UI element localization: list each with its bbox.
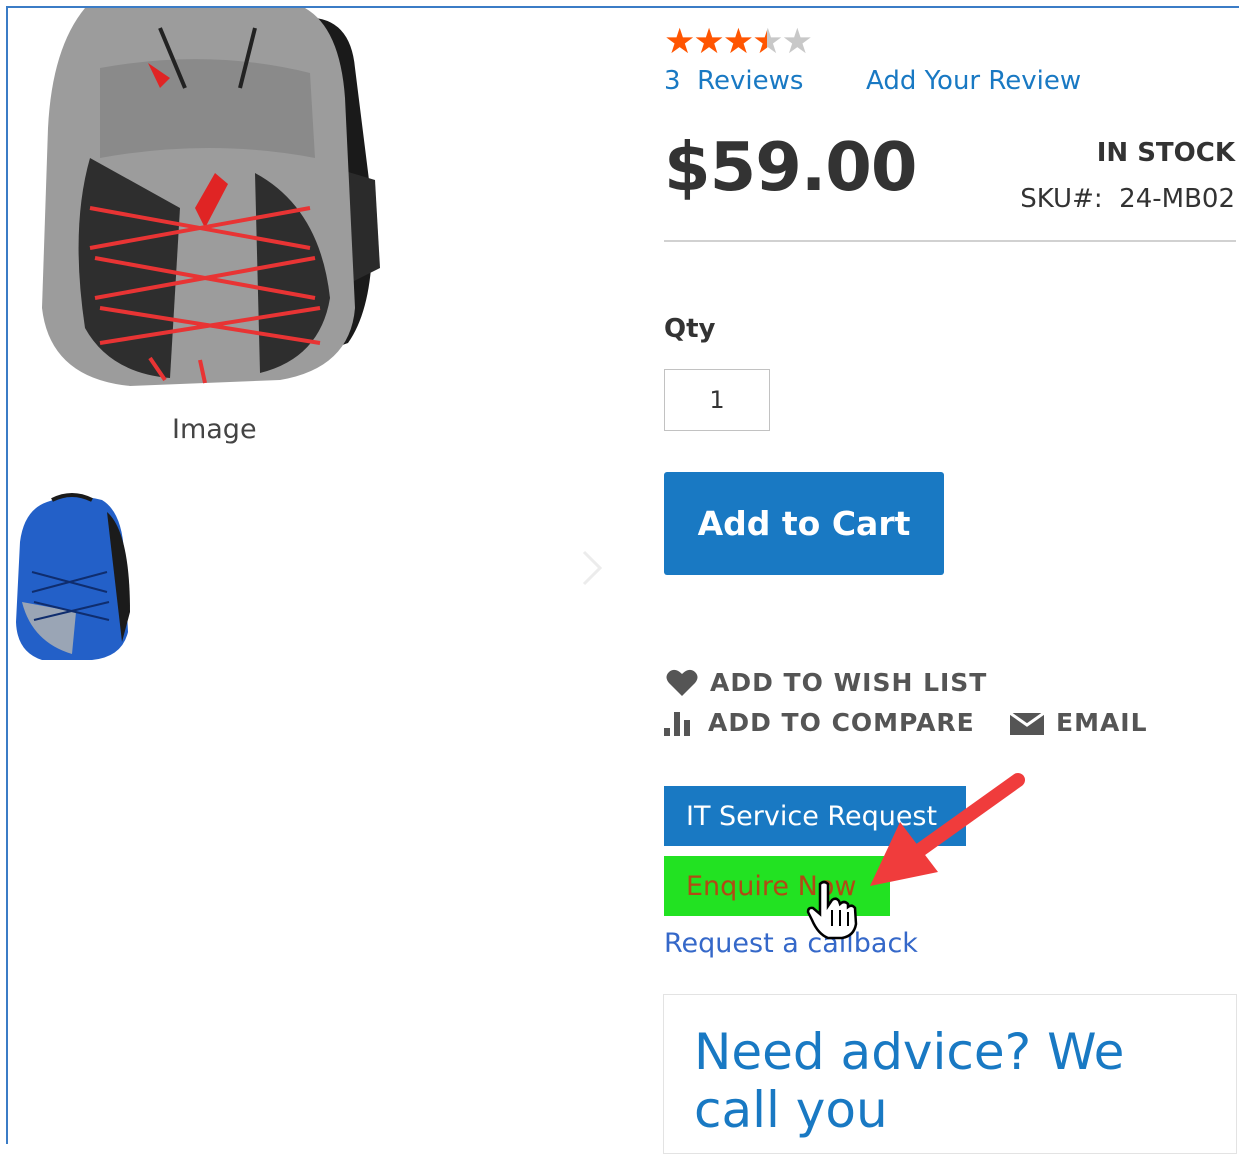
star-half-icon: ★ bbox=[752, 22, 783, 62]
advice-title: Need advice? We call you bbox=[694, 1023, 1125, 1139]
reviews-label: Reviews bbox=[697, 66, 804, 96]
sku-label: SKU#: bbox=[1020, 184, 1103, 214]
email-link[interactable]: EMAIL bbox=[1010, 708, 1148, 737]
backpack-image bbox=[42, 8, 380, 386]
qty-input[interactable] bbox=[664, 369, 770, 431]
chevron-right-icon bbox=[582, 550, 603, 586]
star-full-icon: ★ bbox=[722, 22, 754, 62]
star-empty-icon: ★ bbox=[781, 22, 813, 62]
frame-border-left bbox=[6, 6, 8, 1144]
reviews-link[interactable]: 3 Reviews bbox=[664, 66, 803, 96]
add-to-compare-link[interactable]: ADD TO COMPARE bbox=[664, 708, 975, 737]
advice-box: Need advice? We call you bbox=[663, 994, 1237, 1154]
bar-chart-icon bbox=[664, 711, 690, 736]
add-review-link[interactable]: Add Your Review bbox=[866, 66, 1081, 96]
product-main-image[interactable] bbox=[30, 8, 390, 388]
product-thumbnail[interactable] bbox=[12, 492, 134, 664]
add-to-wishlist-link[interactable]: ADD TO WISH LIST bbox=[666, 668, 987, 697]
star-full-icon: ★ bbox=[664, 22, 695, 62]
divider bbox=[664, 240, 1236, 242]
rating-stars: ★★★★★ bbox=[664, 22, 813, 62]
compare-label: ADD TO COMPARE bbox=[708, 708, 975, 737]
add-to-cart-button[interactable]: Add to Cart bbox=[664, 472, 944, 575]
stock-status: IN STOCK bbox=[1096, 138, 1235, 168]
blue-backpack-thumbnail bbox=[16, 493, 130, 660]
qty-label: Qty bbox=[664, 314, 716, 344]
star-full-icon: ★ bbox=[693, 22, 724, 62]
envelope-icon bbox=[1010, 711, 1044, 735]
request-callback-link[interactable]: Request a callback bbox=[664, 928, 918, 959]
image-caption: Image bbox=[172, 414, 257, 445]
gallery-next-arrow[interactable] bbox=[580, 548, 604, 588]
hand-cursor-icon bbox=[806, 880, 858, 940]
sku-value: 24-MB02 bbox=[1119, 184, 1235, 214]
heart-icon bbox=[666, 669, 698, 696]
wishlist-label: ADD TO WISH LIST bbox=[710, 668, 988, 697]
annotation-arrow-icon bbox=[870, 773, 1025, 886]
product-price: $59.00 bbox=[664, 128, 918, 206]
email-label: EMAIL bbox=[1056, 708, 1148, 737]
product-sku: SKU#: 24-MB02 bbox=[1020, 184, 1235, 214]
reviews-count: 3 bbox=[664, 66, 681, 96]
